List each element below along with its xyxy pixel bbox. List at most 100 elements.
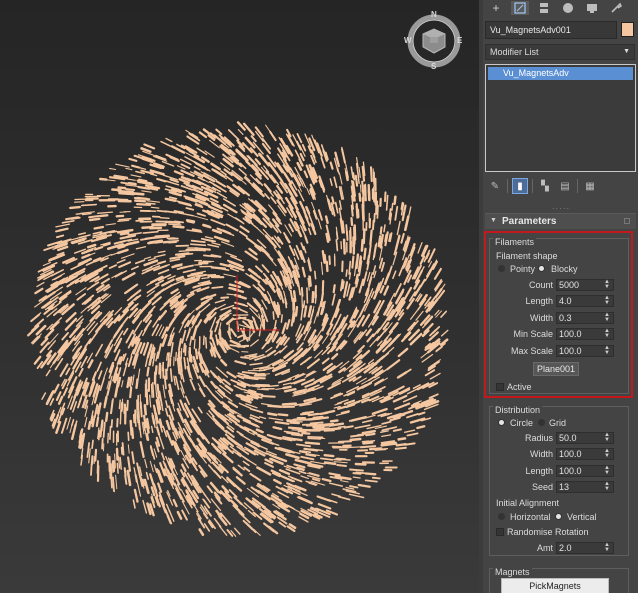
modifier-stack[interactable]: Vu_MagnetsAdv [485,64,636,172]
pointy-label[interactable]: Pointy [510,264,535,274]
create-icon[interactable]: + [487,1,505,15]
filament-strand [254,158,262,166]
min-scale-value[interactable]: 100.0 [559,329,582,339]
max-scale-value[interactable]: 100.0 [559,346,582,356]
filament-strand [176,357,181,375]
filament-strand [144,256,152,260]
filament-strand [307,417,321,421]
count-value[interactable]: 5000 [559,280,579,290]
perspective-viewport[interactable]: N S W E [0,0,479,593]
object-name-field[interactable]: Vu_MagnetsAdv001 [485,21,617,39]
pick-magnets-button[interactable]: PickMagnets [501,578,609,593]
motion-icon[interactable] [559,1,577,15]
length-value[interactable]: 4.0 [559,296,572,306]
filament-strand [57,395,64,405]
spinner-arrows-icon[interactable]: ▲ ▼ [604,465,610,476]
horizontal-label[interactable]: Horizontal [510,512,551,522]
stack-item-vu-magnetsadv[interactable]: Vu_MagnetsAdv [488,67,633,80]
filament-strand [201,277,210,280]
seed-value[interactable]: 13 [559,482,569,492]
spinner-arrows-icon[interactable]: ▲ ▼ [604,328,610,339]
width-value[interactable]: 0.3 [559,313,572,323]
length-spinner[interactable]: 4.0 ▲ ▼ [556,295,614,307]
radius-spinner[interactable]: 50.0 ▲ ▼ [556,432,614,444]
active-checkbox[interactable] [496,383,504,391]
blocky-label[interactable]: Blocky [551,264,578,274]
vertical-label[interactable]: Vertical [567,512,597,522]
grid-radio[interactable] [538,419,545,426]
filament-strand [355,205,359,219]
min-scale-spinner[interactable]: 100.0 ▲ ▼ [556,328,614,340]
filament-strand [249,339,259,347]
count-spinner[interactable]: 5000 ▲ ▼ [556,279,614,291]
spinner-arrows-icon[interactable]: ▲ ▼ [604,345,610,356]
dist-length-value[interactable]: 100.0 [559,466,582,476]
spinner-arrows-icon[interactable]: ▲ ▼ [604,312,610,323]
circle-label[interactable]: Circle [510,418,533,428]
pointy-radio[interactable] [498,265,505,272]
randomise-rotation-checkbox[interactable] [496,528,504,536]
amt-value[interactable]: 2.0 [559,543,572,553]
viewcube[interactable]: N S W E [404,10,463,71]
modify-icon[interactable] [511,1,529,15]
radius-value[interactable]: 50.0 [559,433,577,443]
filament-strand [130,265,139,271]
hierarchy-icon[interactable] [535,1,553,15]
filament-strand [214,169,226,178]
filament-strand [136,481,142,497]
viewcube-west-label[interactable]: W [404,36,412,45]
filament-strand [86,442,90,458]
viewcube-south-label[interactable]: S [431,62,436,71]
plane-pick-button[interactable]: Plane001 [533,362,579,376]
magnet-filaments-object[interactable] [0,0,479,593]
filament-strand [169,368,173,383]
active-label[interactable]: Active [507,382,532,392]
horizontal-radio[interactable] [498,513,505,520]
spinner-arrows-icon[interactable]: ▲ ▼ [604,542,610,553]
spinner-arrows-icon[interactable]: ▲ ▼ [604,448,610,459]
pin-stack-icon[interactable]: ✎ [487,178,503,194]
object-color-swatch[interactable] [621,22,634,37]
vertical-radio[interactable] [555,513,562,520]
make-unique-icon[interactable]: ▚ [537,178,553,194]
filament-strand [280,314,283,323]
show-end-result-icon[interactable]: ▮ [512,178,528,194]
spinner-arrows-icon[interactable]: ▲ ▼ [604,432,610,443]
viewcube-north-label[interactable]: N [431,10,437,19]
dist-width-spinner[interactable]: 100.0 ▲ ▼ [556,448,614,460]
dist-length-spinner[interactable]: 100.0 ▲ ▼ [556,465,614,477]
configure-modifier-sets-icon[interactable]: ▦ [582,178,598,194]
width-spinner[interactable]: 0.3 ▲ ▼ [556,312,614,324]
grid-label[interactable]: Grid [549,418,566,428]
filament-strand [122,327,129,336]
filament-strand [114,380,120,398]
filament-strand [168,220,178,224]
spinner-arrows-icon[interactable]: ▲ ▼ [604,279,610,290]
amt-spinner[interactable]: 2.0 ▲ ▼ [556,542,614,554]
utilities-icon[interactable] [607,1,625,15]
filament-strand [243,466,251,473]
randomise-rotation-label[interactable]: Randomise Rotation [507,527,589,537]
dist-width-value[interactable]: 100.0 [559,449,582,459]
max-scale-spinner[interactable]: 100.0 ▲ ▼ [556,345,614,357]
filament-strand [69,205,81,210]
seed-spinner[interactable]: 13 ▲ ▼ [556,481,614,493]
circle-radio[interactable] [498,419,505,426]
filament-strand [320,261,324,275]
spinner-arrows-icon[interactable]: ▲ ▼ [604,295,610,306]
display-icon[interactable] [583,1,601,15]
filament-strand [182,268,196,274]
filament-strand [99,377,105,392]
blocky-radio[interactable] [538,265,545,272]
filament-strand [371,476,381,480]
panel-resize-grip[interactable]: ····· [549,204,573,213]
filament-strand [80,306,89,314]
filament-strand [78,367,84,377]
remove-modifier-icon[interactable]: ▤ [557,178,573,194]
viewcube-east-label[interactable]: E [457,36,462,45]
modifier-list-dropdown[interactable]: Modifier List ▼ [485,44,635,60]
spinner-arrows-icon[interactable]: ▲ ▼ [604,481,610,492]
filament-strand [325,422,335,426]
parameters-rollout-header[interactable]: ▼ Parameters [485,213,636,229]
filament-strand [84,416,88,428]
